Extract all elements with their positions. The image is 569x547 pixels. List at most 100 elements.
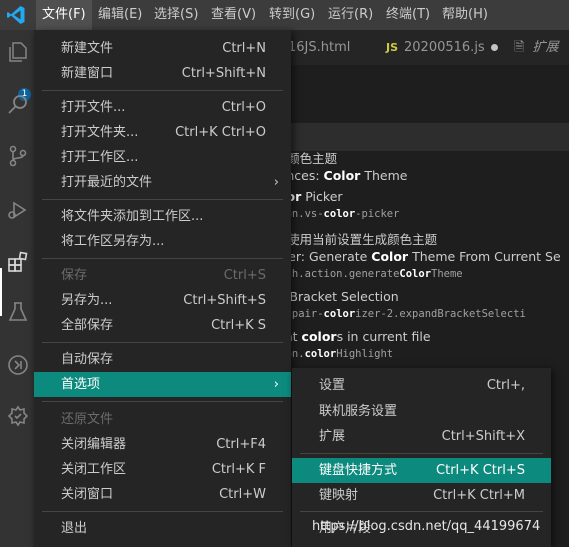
- menu-view[interactable]: 查看(V): [205, 0, 262, 30]
- menu-separator: [42, 342, 283, 343]
- chevron-right-icon: ›: [273, 175, 279, 190]
- menu-item-label: 退出: [61, 521, 88, 536]
- menu-item-shortcut: Ctrl+K F: [211, 462, 266, 477]
- menu-item-shortcut: Ctrl+K Ctrl+O: [175, 125, 266, 140]
- menu-item-label: 扩展: [319, 429, 346, 444]
- menu-item-label: 自动保存: [61, 352, 114, 367]
- menu-item-label: 关闭工作区: [61, 462, 127, 477]
- menu-selection[interactable]: 选择(S): [148, 0, 204, 30]
- menu-item-label: 打开文件夹...: [61, 125, 139, 140]
- command-header: [290, 123, 569, 151]
- menu-item-shortcut: Ctrl+Shift+S: [183, 293, 266, 308]
- menu-item-label: 键盘快捷方式: [319, 463, 398, 478]
- menu-item-shortcut: Ctrl+,: [486, 378, 525, 393]
- menu-item-shortcut: Ctrl+W: [219, 487, 266, 502]
- menu-item-shortcut: Ctrl+Shift+X: [441, 429, 525, 444]
- explorer-icon[interactable]: [6, 40, 30, 64]
- submenu-item-settings[interactable]: 设置 Ctrl+,: [292, 373, 551, 398]
- menu-item-new-window[interactable]: 新建窗口 Ctrl+Shift+N: [34, 61, 291, 86]
- search-icon[interactable]: [6, 92, 30, 116]
- menu-terminal[interactable]: 终端(T): [380, 0, 436, 30]
- watermark-text: https://blog.csdn.net/qq_44199674: [312, 519, 541, 534]
- tab-label: 20200516.js: [404, 40, 485, 55]
- menu-item-save-workspace-as[interactable]: 将工作区另存为...: [34, 229, 291, 254]
- menu-help[interactable]: 帮助(H): [436, 0, 494, 30]
- menu-item-open-folder[interactable]: 打开文件夹... Ctrl+K Ctrl+O: [34, 120, 291, 145]
- menu-separator: [42, 258, 283, 259]
- js-file-icon: JS: [386, 41, 399, 54]
- menu-item-save-as[interactable]: 另存为... Ctrl+Shift+S: [34, 288, 291, 313]
- menu-separator: [42, 401, 283, 402]
- menu-separator: [42, 511, 283, 512]
- submenu-item-keyboard-shortcuts[interactable]: 键盘快捷方式 Ctrl+K Ctrl+S: [292, 458, 551, 483]
- menu-item-save[interactable]: 保存 Ctrl+S: [34, 263, 291, 288]
- file-menu: 新建文件 Ctrl+N 新建窗口 Ctrl+Shift+N 打开文件... Ctrl+…: [34, 30, 291, 547]
- menu-separator: [42, 199, 283, 200]
- vscode-logo-icon: [7, 6, 25, 24]
- menu-item-label: 键映射: [319, 488, 359, 503]
- tab-html[interactable]: 16JS.html: [288, 30, 350, 65]
- menu-item-add-folder[interactable]: 将文件夹添加到工作区...: [34, 204, 291, 229]
- menu-item-label: 另存为...: [61, 293, 113, 308]
- menu-item-label: 还原文件: [61, 412, 114, 427]
- testing-icon[interactable]: [6, 300, 30, 324]
- menu-item-shortcut: Ctrl+K Ctrl+M: [433, 488, 525, 503]
- menu-item-label: 联机服务设置: [319, 404, 398, 419]
- command-label: veloper: Generate Color Theme From Curre…: [254, 249, 561, 264]
- submenu-item-online-services[interactable]: 联机服务设置: [292, 399, 551, 424]
- menu-item-preferences[interactable]: 首选项 ›: [34, 372, 291, 397]
- preview-file-icon: 🗎: [514, 40, 525, 55]
- menu-item-label: 保存: [61, 268, 88, 283]
- menu-item-save-all[interactable]: 全部保存 Ctrl+K S: [34, 313, 291, 338]
- extensions-icon[interactable]: [6, 250, 30, 274]
- menu-item-close-workspace[interactable]: 关闭工作区 Ctrl+K F: [34, 457, 291, 482]
- unsaved-dot-icon[interactable]: [490, 44, 498, 51]
- tab-js[interactable]: JS 20200516.js: [386, 30, 498, 65]
- menu-item-open-recent[interactable]: 打开最近的文件 ›: [34, 170, 291, 195]
- run-debug-icon[interactable]: [6, 198, 30, 222]
- chevron-right-icon: ›: [273, 377, 279, 392]
- menu-item-open-workspace[interactable]: 打开工作区...: [34, 145, 291, 170]
- menu-item-close-window[interactable]: 关闭窗口 Ctrl+W: [34, 482, 291, 507]
- menu-edit[interactable]: 编辑(E): [92, 0, 148, 30]
- settings-sync-icon[interactable]: [6, 404, 30, 428]
- menu-item-label: 将工作区另存为...: [61, 234, 165, 249]
- submenu-item-extensions[interactable]: 扩展 Ctrl+Shift+X: [292, 424, 551, 449]
- menu-item-label: 关闭窗口: [61, 487, 114, 502]
- menu-item-label: 关闭编辑器: [61, 437, 127, 452]
- menu-item-label: 将文件夹添加到工作区...: [61, 209, 204, 224]
- menu-item-revert-file[interactable]: 还原文件: [34, 407, 291, 432]
- menu-item-auto-save[interactable]: 自动保存: [34, 347, 291, 372]
- menu-go[interactable]: 转到(G): [263, 0, 321, 30]
- menu-item-close-editor[interactable]: 关闭编辑器 Ctrl+F4: [34, 432, 291, 457]
- submenu-item-keymaps[interactable]: 键映射 Ctrl+K Ctrl+M: [292, 483, 551, 508]
- menu-item-shortcut: Ctrl+K S: [211, 318, 266, 333]
- menu-separator: [300, 511, 543, 512]
- menu-item-label: 打开工作区...: [61, 150, 139, 165]
- menu-item-label: 新建窗口: [61, 66, 114, 81]
- menu-item-label: 打开最近的文件: [61, 175, 153, 190]
- menu-item-new-file[interactable]: 新建文件 Ctrl+N: [34, 36, 291, 61]
- active-indicator: [0, 268, 2, 316]
- menu-item-label: 全部保存: [61, 318, 114, 333]
- menu-item-exit[interactable]: 退出: [34, 516, 291, 541]
- activity-bar: 1: [0, 30, 36, 547]
- menu-item-shortcut: Ctrl+F4: [216, 437, 266, 452]
- menu-item-shortcut: Ctrl+N: [222, 41, 266, 56]
- menu-separator: [300, 453, 543, 454]
- tab-label: 扩展: [532, 40, 559, 55]
- menu-item-shortcut: Ctrl+O: [221, 100, 266, 115]
- menu-item-open-file[interactable]: 打开文件... Ctrl+O: [34, 95, 291, 120]
- tab-extension[interactable]: 🗎 扩展: [514, 30, 558, 65]
- command-id: acket-pair-colorizer-2.expandBracketSele…: [254, 308, 526, 320]
- menu-file[interactable]: 文件(F): [36, 0, 92, 30]
- menu-item-label: 首选项: [61, 377, 101, 392]
- menu-item-shortcut: Ctrl+K Ctrl+S: [436, 463, 525, 478]
- source-control-icon[interactable]: [6, 144, 30, 168]
- menu-separator: [42, 90, 283, 91]
- menu-item-label: 新建文件: [61, 41, 114, 56]
- menu-run[interactable]: 运行(R): [322, 0, 379, 30]
- tab-label: 16JS.html: [288, 40, 351, 55]
- remote-icon[interactable]: [6, 353, 30, 377]
- menu-item-label: 设置: [319, 378, 346, 393]
